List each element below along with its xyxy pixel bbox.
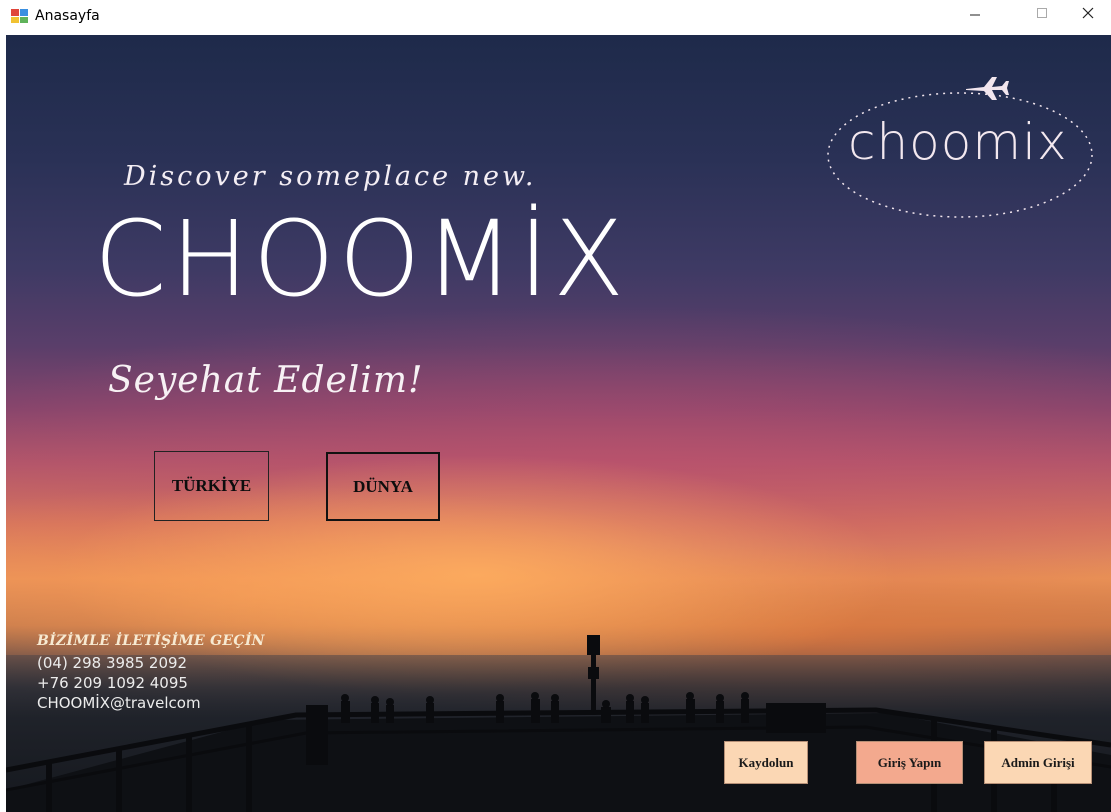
hero-title: CHOOMİX <box>94 198 629 320</box>
world-button[interactable]: DÜNYA <box>326 452 440 521</box>
turkey-button[interactable]: TÜRKİYE <box>154 451 269 521</box>
title-bar: Anasayfa <box>0 0 1111 35</box>
sunset-background: Discover someplace new. CHOOMİX Seyehat … <box>6 35 1111 812</box>
maximize-icon <box>1036 6 1048 24</box>
close-button[interactable] <box>1065 0 1111 30</box>
close-icon <box>1082 6 1094 24</box>
slogan: Seyehat Edelim! <box>108 360 424 401</box>
maximize-button[interactable] <box>1019 0 1065 30</box>
login-button[interactable]: Giriş Yapın <box>856 741 963 784</box>
app-icon <box>11 8 29 24</box>
contact-title: BİZİMLE İLETİŞİME GEÇİN <box>37 633 265 649</box>
admin-login-button[interactable]: Admin Girişi <box>984 741 1092 784</box>
tagline: Discover someplace new. <box>124 161 537 192</box>
airplane-icon <box>966 77 1009 100</box>
minimize-icon <box>969 6 981 24</box>
contact-phone-1: (04) 298 3985 2092 <box>37 654 188 672</box>
contact-email: CHOOMİX@travelcom <box>37 694 201 712</box>
signup-button[interactable]: Kaydolun <box>724 741 808 784</box>
window-title: Anasayfa <box>35 8 100 24</box>
contact-block: BİZİMLE İLETİŞİME GEÇİN (04) 298 3985 20… <box>37 633 265 713</box>
logo-text: choomix <box>848 113 1068 171</box>
contact-phone-2: +76 209 1092 4095 <box>37 674 188 692</box>
minimize-button[interactable] <box>952 0 998 30</box>
